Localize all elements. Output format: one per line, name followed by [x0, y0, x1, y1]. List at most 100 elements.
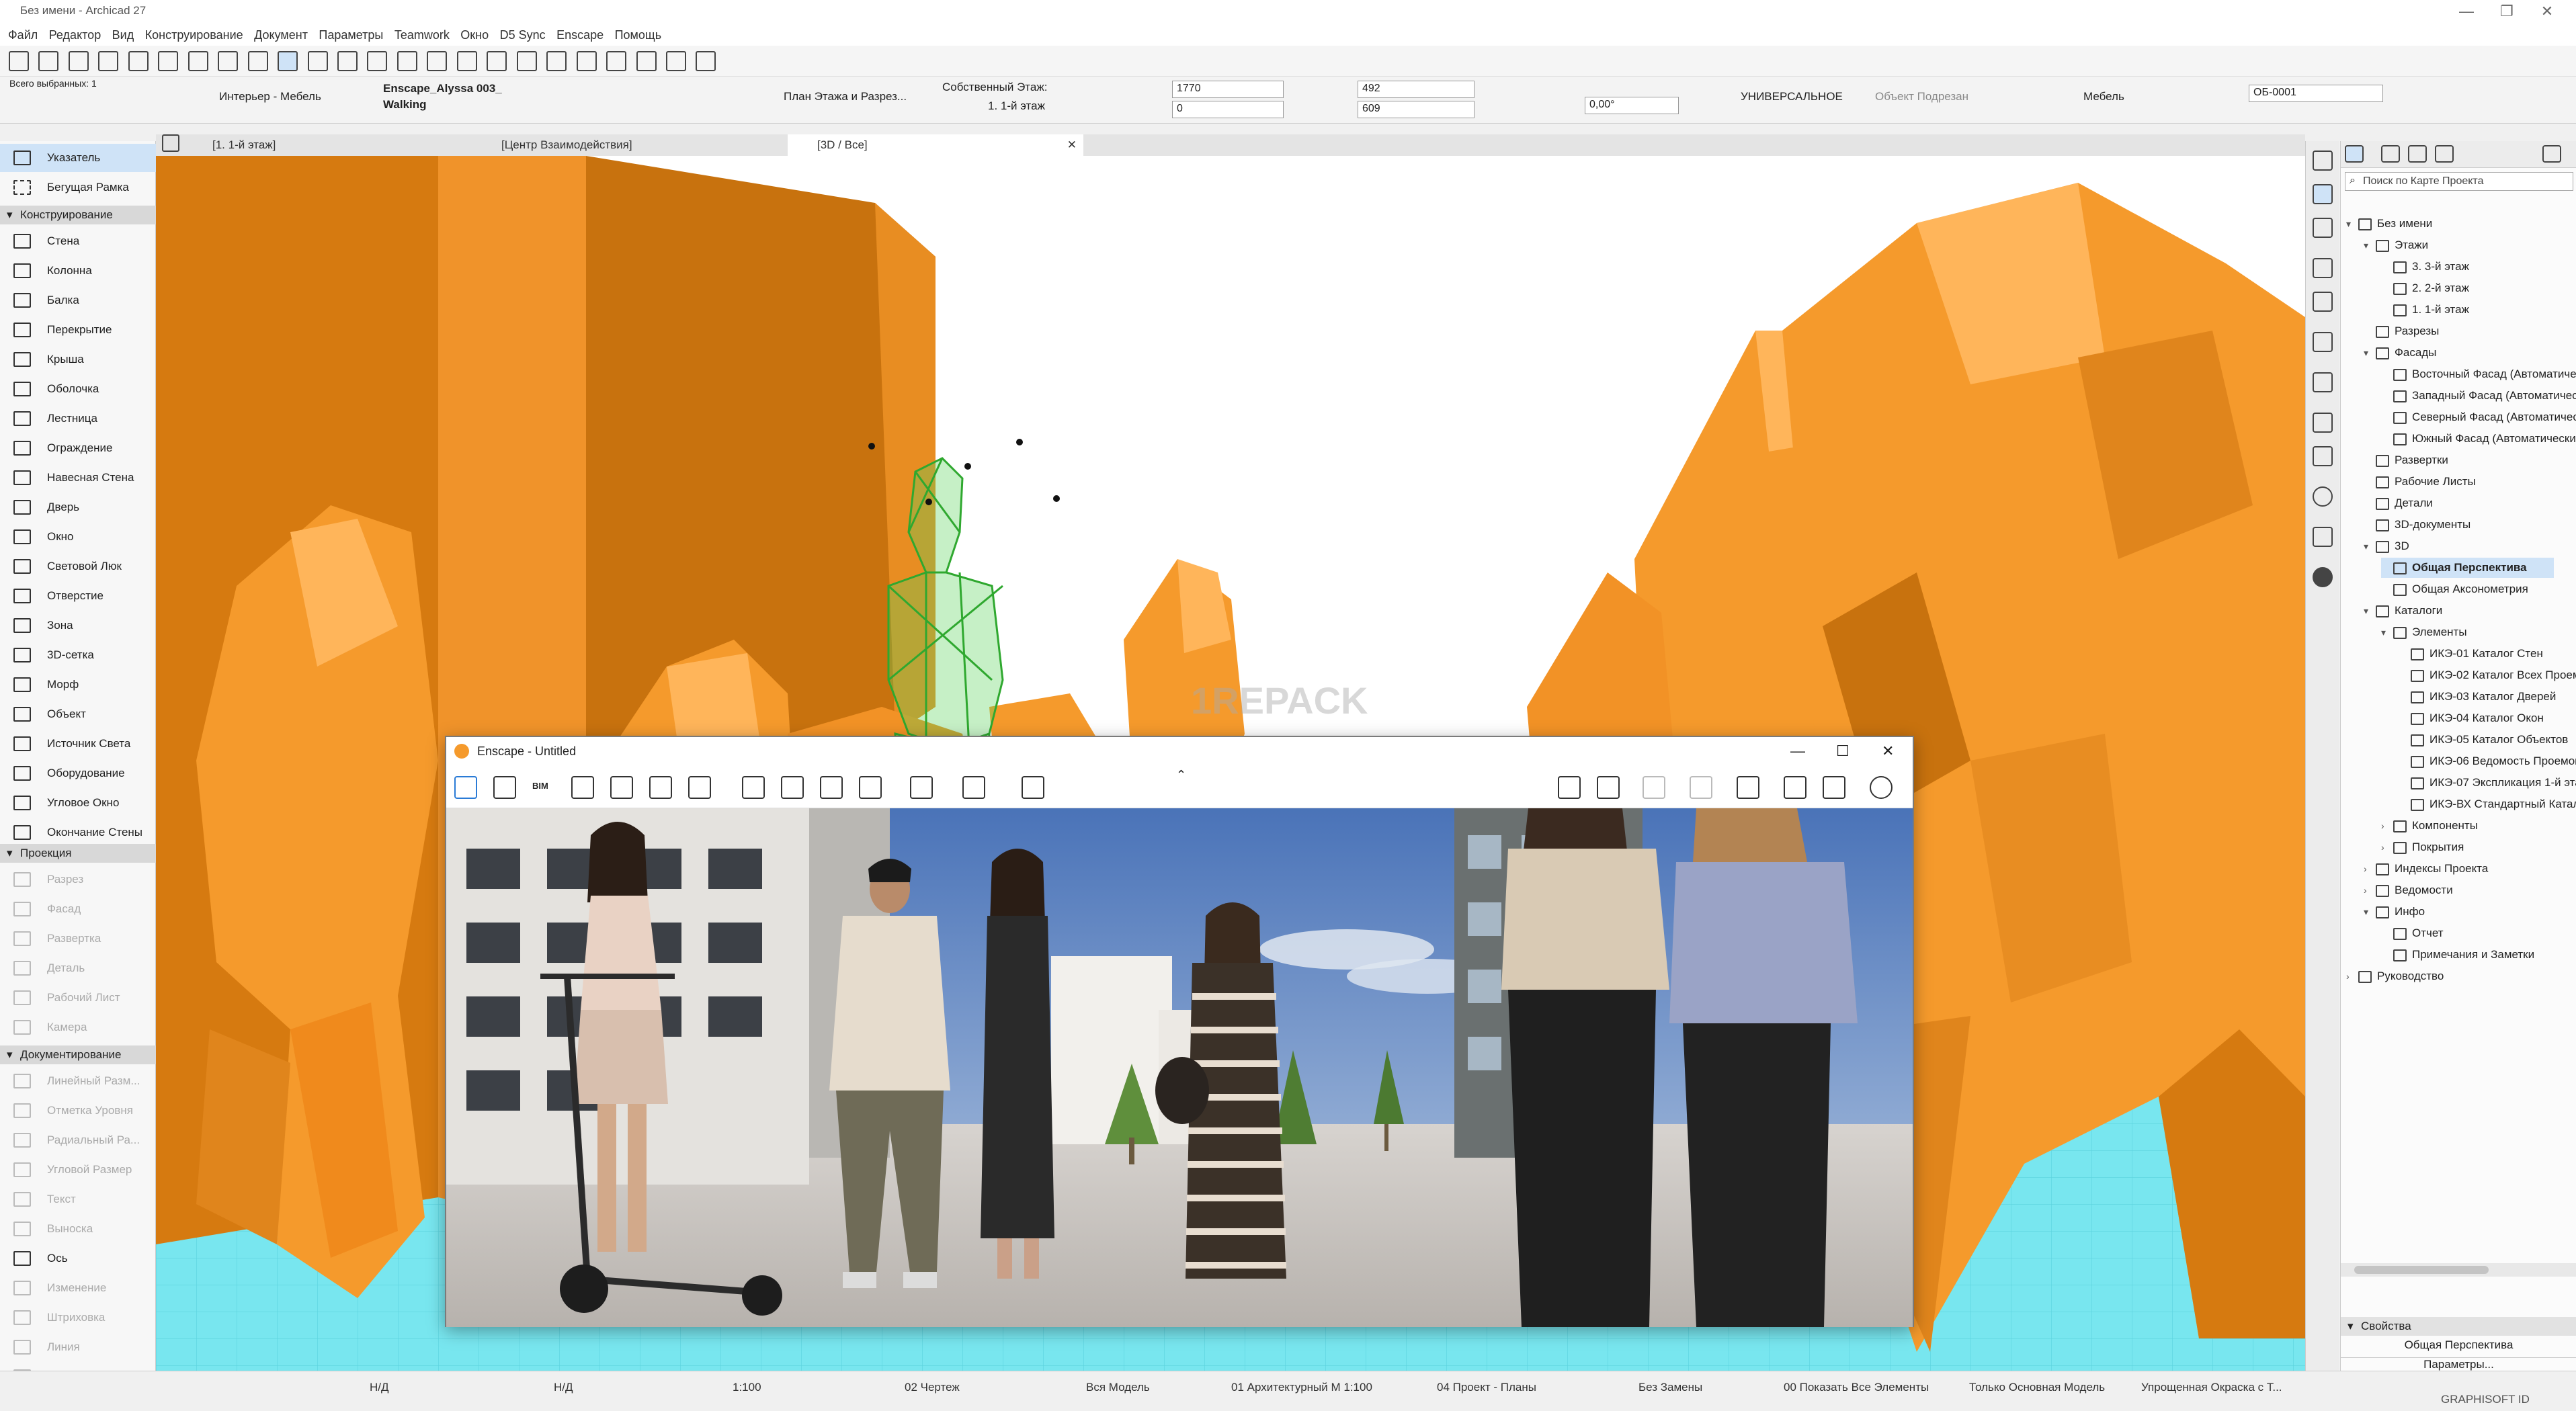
navigator-item[interactable]: › Индексы Проекта: [2364, 859, 2488, 879]
navigator-item[interactable]: › Покрытия: [2381, 837, 2464, 857]
angle-field[interactable]: 0,00°: [1585, 97, 1679, 114]
menu-options[interactable]: Параметры: [319, 24, 383, 46]
navigator-item[interactable]: ИКЭ-02 Каталог Всех Проемов: [2399, 665, 2576, 685]
safeframe-icon[interactable]: [610, 776, 633, 799]
tool-item[interactable]: Отметка Уровня: [0, 1097, 156, 1125]
layers-icon[interactable]: [247, 51, 268, 71]
enscape-minimize-button[interactable]: —: [1790, 737, 1805, 765]
tool-item[interactable]: Зона: [0, 611, 156, 640]
publisher-icon[interactable]: [2435, 145, 2454, 163]
user-icon[interactable]: [2313, 567, 2333, 587]
navigator-scrollbar[interactable]: [2341, 1263, 2576, 1277]
tool-item[interactable]: Перекрытие: [0, 316, 156, 344]
tool-item[interactable]: Текст: [0, 1185, 156, 1213]
pointer-icon[interactable]: [278, 51, 298, 71]
move-icon[interactable]: [516, 51, 537, 71]
undo-icon[interactable]: [9, 51, 29, 71]
help-icon[interactable]: [1870, 776, 1893, 799]
navigator-item[interactable]: Восточный Фасад (Автоматически: [2381, 364, 2576, 384]
navigator-item[interactable]: Примечания и Заметки: [2381, 945, 2534, 965]
tool-item[interactable]: Стена: [0, 227, 156, 255]
chat-icon[interactable]: [2313, 446, 2333, 466]
navigator-item[interactable]: Южный Фасад (Автоматически Г: [2381, 429, 2576, 449]
navigator-item[interactable]: ▾ Каталоги: [2364, 601, 2442, 621]
view-map-icon[interactable]: [2381, 145, 2400, 163]
navigator-item[interactable]: Западный Фасад (Автоматически: [2381, 386, 2576, 406]
menu-enscape[interactable]: Enscape: [556, 24, 604, 46]
lock-icon[interactable]: [427, 51, 448, 71]
navigator-item[interactable]: 3D-документы: [2364, 515, 2470, 535]
sync-icon[interactable]: [1022, 776, 1044, 799]
graphisoft-id[interactable]: GRAPHISOFT ID: [2441, 1393, 2530, 1406]
views-icon[interactable]: [571, 776, 594, 799]
tool-item[interactable]: Ограждение: [0, 434, 156, 462]
status-renovation[interactable]: Без Замены: [1638, 1381, 1702, 1394]
guide-icon[interactable]: [337, 51, 358, 71]
enscape-title-bar[interactable]: Enscape - Untitled — ☐ ✕: [446, 737, 1913, 765]
navigator-menu-icon[interactable]: [2542, 145, 2561, 163]
cursor-icon[interactable]: [397, 51, 417, 71]
status-graphic-override[interactable]: 00 Показать Все Элементы: [1784, 1381, 1929, 1394]
status-dimension[interactable]: 04 Проект - Планы: [1437, 1381, 1536, 1394]
tool-item[interactable]: Колонна: [0, 257, 156, 285]
screenshot-icon[interactable]: [742, 776, 765, 799]
home-icon[interactable]: [454, 776, 477, 799]
status-scale[interactable]: 1:100: [733, 1381, 761, 1394]
navigator-item[interactable]: ИКЭ-ВХ Стандартный Каталог: [2399, 794, 2576, 814]
edit-icon[interactable]: [188, 51, 208, 71]
grid-icon[interactable]: [367, 51, 388, 71]
trim-icon[interactable]: [606, 51, 627, 71]
navigator-item[interactable]: 2. 2-й этаж: [2381, 278, 2469, 298]
tool-item[interactable]: Окончание Стены: [0, 818, 156, 847]
project-map-icon[interactable]: [2345, 145, 2364, 163]
tool-item[interactable]: Оболочка: [0, 375, 156, 403]
atmosphere-icon[interactable]: [688, 776, 711, 799]
navigator-search[interactable]: ⌕ Поиск по Карте Проекта: [2345, 172, 2573, 191]
navigator-item[interactable]: Рабочие Листы: [2364, 472, 2476, 492]
tool-item[interactable]: Световой Люк: [0, 552, 156, 581]
tool-item[interactable]: Линия: [0, 1333, 156, 1361]
menu-design[interactable]: Конструирование: [145, 24, 243, 46]
tool-item[interactable]: Фасад: [0, 895, 156, 923]
navigator-item[interactable]: ИКЭ-05 Каталог Объектов: [2399, 730, 2568, 750]
menu-window[interactable]: Окно: [460, 24, 489, 46]
tool-item[interactable]: Балка: [0, 286, 156, 314]
section-documenting[interactable]: Документирование: [0, 1045, 156, 1064]
tool-item[interactable]: Отверстие: [0, 582, 156, 610]
menu-teamwork[interactable]: Teamwork: [394, 24, 450, 46]
section-design[interactable]: Конструирование: [0, 206, 156, 224]
navigator-item[interactable]: ИКЭ-01 Каталог Стен: [2399, 644, 2543, 664]
tool-marquee[interactable]: Бегущая Рамка: [0, 173, 156, 202]
tool-item[interactable]: Радиальный Ра...: [0, 1126, 156, 1154]
status-surface[interactable]: Упрощенная Окраска с Т...: [2141, 1381, 2282, 1394]
tab-collaboration-center[interactable]: [Центр Взаимодействия]: [472, 134, 632, 156]
minimap-icon[interactable]: [1558, 776, 1581, 799]
view-setting-dropdown[interactable]: План Этажа и Разрез...: [784, 90, 907, 103]
structure-dropdown[interactable]: УНИВЕРСАЛЬНОЕ: [1741, 90, 1843, 103]
navigator-item[interactable]: Северный Фасад (Автоматически: [2381, 407, 2576, 427]
field-b[interactable]: 0: [1172, 101, 1284, 118]
navigator-item[interactable]: Общая Аксонометрия: [2381, 579, 2528, 599]
tool-item[interactable]: Выноска: [0, 1215, 156, 1243]
field-c[interactable]: 492: [1358, 81, 1474, 98]
navigator-item[interactable]: Разрезы: [2364, 321, 2439, 341]
video-icon[interactable]: [910, 776, 933, 799]
tool-item[interactable]: Штриховка: [0, 1303, 156, 1332]
navigator-item[interactable]: ▾ Инфо: [2364, 902, 2425, 922]
settings-icon[interactable]: [1823, 776, 1845, 799]
render-image-icon[interactable]: [1597, 776, 1620, 799]
navigator-item[interactable]: Детали: [2364, 493, 2433, 513]
tool-item[interactable]: Линейный Разм...: [0, 1067, 156, 1095]
tab-3d-all[interactable]: [3D / Все] ✕: [788, 134, 1083, 156]
split-icon[interactable]: [636, 51, 657, 71]
info-icon[interactable]: [2313, 486, 2333, 507]
bim-icon[interactable]: BIM: [532, 776, 555, 799]
enscape-window[interactable]: Enscape - Untitled — ☐ ✕ BIM ⌃: [445, 736, 1914, 1327]
tool-item[interactable]: 3D-сетка: [0, 641, 156, 669]
menu-document[interactable]: Документ: [254, 24, 308, 46]
tool-item[interactable]: Камера: [0, 1013, 156, 1041]
pen-icon[interactable]: [98, 51, 119, 71]
gear-icon[interactable]: [2313, 413, 2333, 433]
navigator-item[interactable]: 1. 1-й этаж: [2381, 300, 2469, 320]
id-field[interactable]: ОБ-0001: [2249, 85, 2383, 102]
